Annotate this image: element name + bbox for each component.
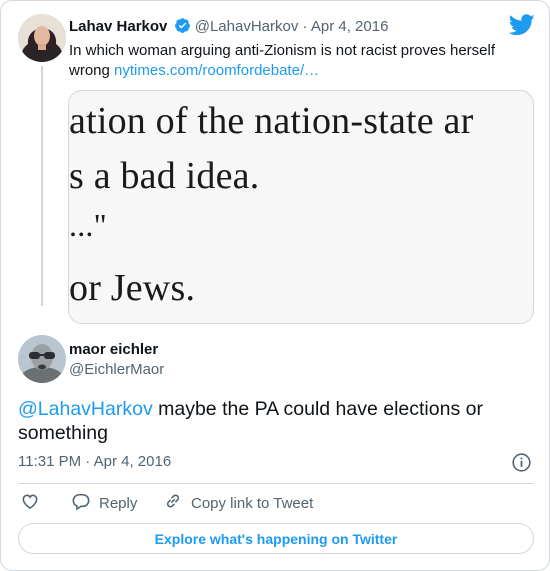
- parent-tweet-text: In which woman arguing anti-Zionism is n…: [69, 41, 509, 81]
- actions-divider: [18, 483, 534, 484]
- tweet-embed-card: Lahav Harkov @LahavHarkov · Apr 4, 2016 …: [0, 0, 550, 571]
- thread-connector-line: [41, 66, 43, 306]
- image-text-line: ...": [69, 207, 107, 243]
- mention-link[interactable]: @LahavHarkov: [18, 398, 153, 420]
- parent-tweet-header: Lahav Harkov @LahavHarkov · Apr 4, 2016: [69, 17, 388, 35]
- explore-twitter-button[interactable]: Explore what's happening on Twitter: [18, 523, 534, 554]
- reply-tweet-timestamp[interactable]: 11:31 PM · Apr 4, 2016: [18, 453, 171, 470]
- reply-author-name[interactable]: maor eichler: [69, 341, 158, 358]
- twitter-bird-icon[interactable]: [508, 14, 535, 36]
- header-separator: ·: [302, 18, 308, 35]
- info-icon[interactable]: [511, 452, 532, 473]
- parent-author-name[interactable]: Lahav Harkov: [69, 18, 167, 35]
- tweet-date: Apr 4, 2016: [93, 453, 172, 470]
- reply-author-avatar[interactable]: [18, 335, 66, 383]
- image-text-line: or Jews.: [69, 267, 196, 309]
- reply-button[interactable]: Reply: [71, 491, 137, 515]
- verified-badge-icon: [174, 17, 191, 34]
- link-icon: [163, 491, 183, 515]
- parent-tweet-image[interactable]: ation of the nation-state ar s a bad ide…: [68, 90, 534, 324]
- parent-author-handle[interactable]: @LahavHarkov: [195, 18, 299, 35]
- reply-author-handle[interactable]: @EichlerMaor: [69, 361, 164, 378]
- reply-label: Reply: [99, 494, 138, 512]
- parent-author-avatar[interactable]: [18, 14, 66, 62]
- image-text-line: ation of the nation-state ar: [69, 100, 474, 142]
- like-button[interactable]: [20, 491, 40, 515]
- tweet-time: 11:31 PM: [18, 453, 82, 470]
- reply-bubble-icon: [71, 491, 91, 515]
- reply-tweet-text: @LahavHarkov maybe the PA could have ele…: [18, 397, 528, 445]
- parent-tweet-link[interactable]: nytimes.com/roomfordebate/…: [114, 62, 319, 79]
- parent-tweet-date[interactable]: Apr 4, 2016: [311, 18, 389, 35]
- image-text-line: s a bad idea.: [69, 155, 260, 197]
- timestamp-separator: ·: [85, 453, 91, 470]
- copy-link-label: Copy link to Tweet: [191, 494, 314, 512]
- heart-icon: [20, 491, 40, 515]
- copy-link-button[interactable]: Copy link to Tweet: [163, 491, 313, 515]
